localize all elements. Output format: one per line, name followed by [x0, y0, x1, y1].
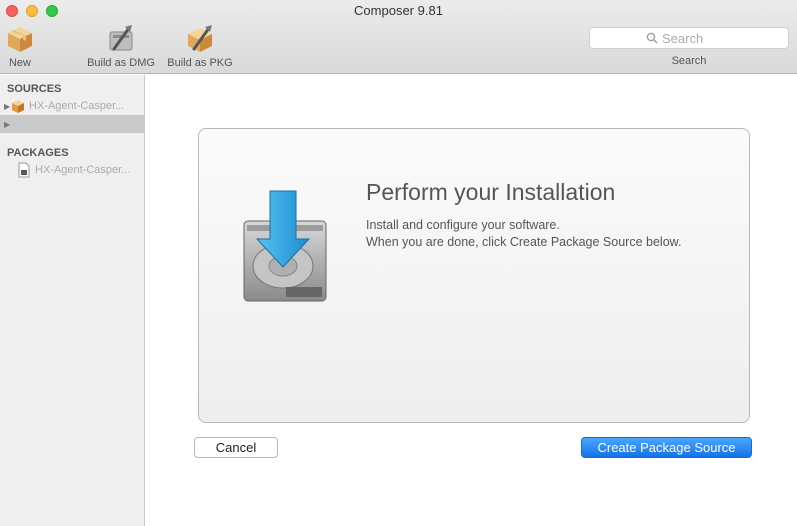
sources-header: SOURCES	[7, 83, 62, 95]
packages-header: PACKAGES	[7, 147, 69, 159]
build-as-dmg-button[interactable]: Build as DMG	[84, 22, 158, 69]
pkg-tools-icon	[188, 25, 212, 52]
cancel-button[interactable]: Cancel	[194, 437, 278, 458]
disclosure-triangle-icon[interactable]: ▶	[0, 102, 10, 111]
dmg-tools-icon	[109, 25, 133, 51]
hard-drive-download-icon	[243, 190, 327, 302]
new-label: New	[8, 57, 31, 69]
build-as-dmg-label: Build as DMG	[87, 57, 155, 69]
package-box-icon	[12, 100, 24, 113]
sidebar: SOURCES ▶ HX-Agent-Casper... ▶ PACKAGES …	[0, 75, 145, 526]
panel-instructions: Install and configure your software. Whe…	[366, 217, 681, 251]
window-toolbar: Composer 9.81 New Build as DMG Build as	[0, 0, 797, 74]
new-button[interactable]: New	[4, 22, 36, 69]
create-package-source-button[interactable]: Create Package Source	[581, 437, 752, 458]
build-as-pkg-label: Build as PKG	[167, 57, 233, 69]
package-file-icon	[18, 162, 30, 178]
source-item-label: HX-Agent-Casper...	[29, 100, 125, 112]
package-item-label: HX-Agent-Casper...	[35, 164, 131, 176]
package-box-icon	[8, 27, 32, 52]
disclosure-triangle-icon[interactable]: ▶	[0, 120, 10, 129]
search-label: Search	[671, 55, 707, 67]
instruction-line-2: When you are done, click Create Package …	[366, 235, 682, 249]
search-input[interactable]	[662, 30, 732, 46]
search-group: Search	[589, 27, 789, 67]
search-box[interactable]	[589, 27, 789, 49]
instruction-line-1: Install and configure your software.	[366, 218, 560, 232]
installation-panel: Perform your Installation Install and co…	[198, 128, 750, 423]
source-item-selected[interactable]: ▶	[0, 115, 144, 133]
source-item[interactable]: ▶ HX-Agent-Casper...	[0, 97, 144, 115]
window-title: Composer 9.81	[354, 3, 443, 18]
panel-title: Perform your Installation	[366, 179, 616, 205]
search-icon	[646, 32, 658, 44]
package-item[interactable]: HX-Agent-Casper...	[0, 161, 144, 179]
build-as-pkg-button[interactable]: Build as PKG	[164, 22, 236, 69]
